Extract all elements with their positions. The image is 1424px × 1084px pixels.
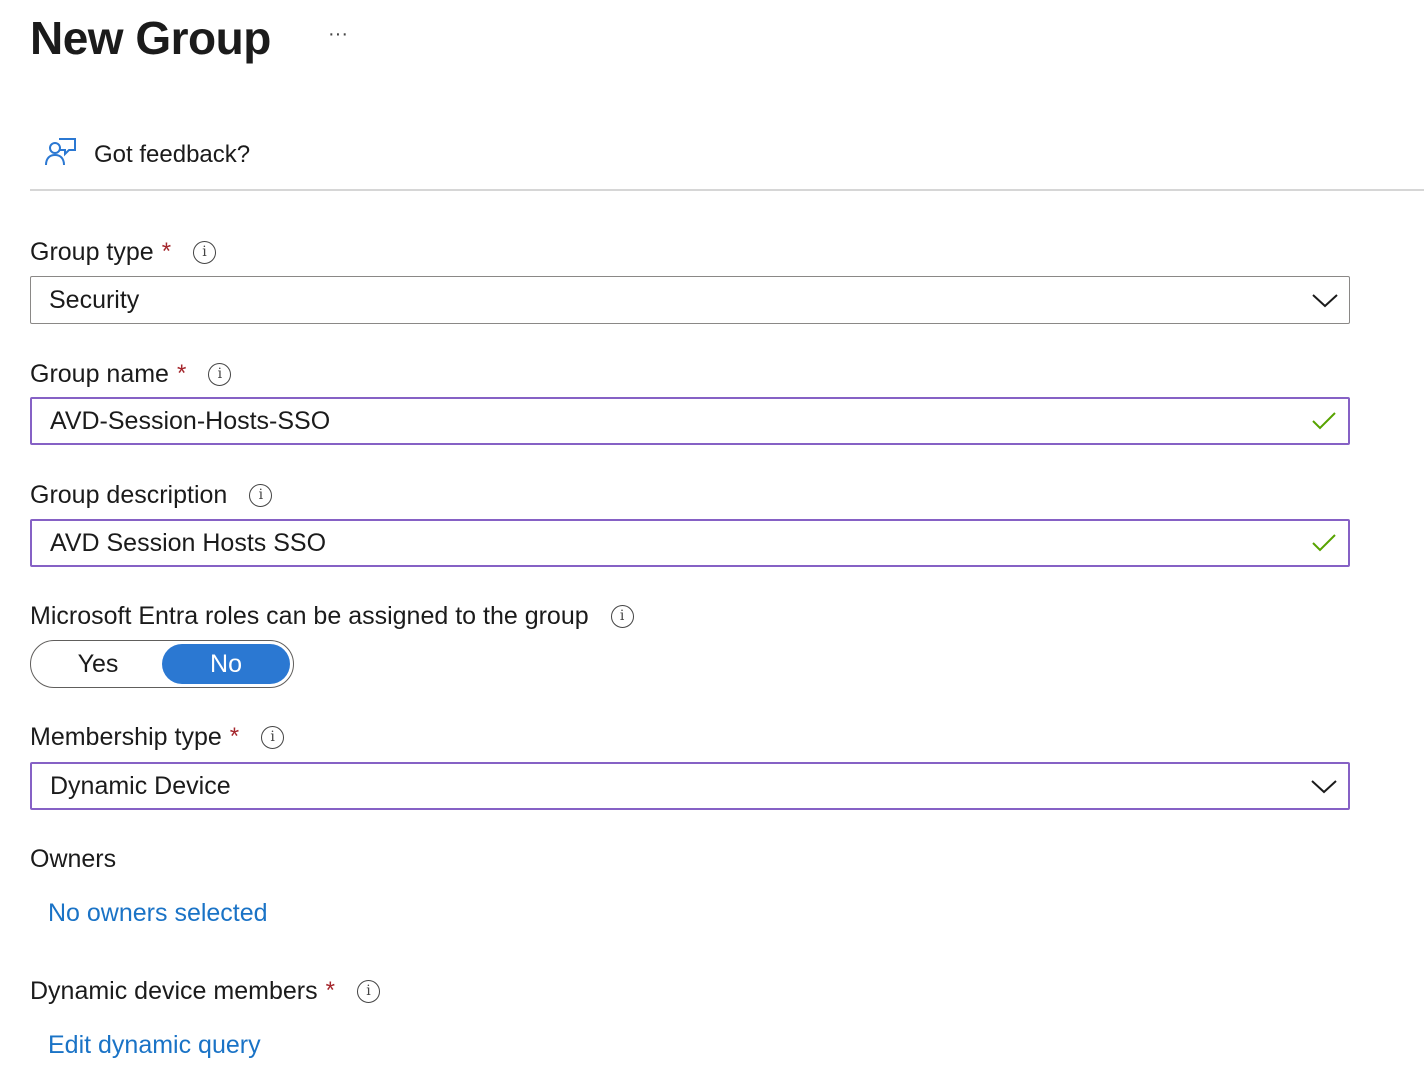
- page-title: New Group: [30, 12, 271, 64]
- toggle-option-yes[interactable]: Yes: [34, 644, 162, 684]
- group-description-label: Group description i: [30, 479, 273, 511]
- required-marker: *: [176, 360, 187, 387]
- chevron-down-icon: [1300, 778, 1348, 794]
- info-icon[interactable]: i: [193, 240, 217, 264]
- no-owners-selected-link[interactable]: No owners selected: [48, 899, 268, 928]
- toolbar-divider: [30, 189, 1424, 191]
- info-icon[interactable]: i: [208, 362, 232, 386]
- owners-label: Owners: [30, 845, 117, 873]
- membership-type-label-text: Membership type: [30, 722, 222, 751]
- info-icon[interactable]: i: [261, 725, 285, 749]
- group-type-label: Group type * i: [30, 236, 217, 268]
- group-name-label-text: Group name: [30, 359, 169, 388]
- new-group-page: New Group ··· Got feedback? Group type *…: [0, 0, 1424, 1084]
- group-description-input[interactable]: AVD Session Hosts SSO: [30, 519, 1350, 567]
- toggle-option-no[interactable]: No: [162, 644, 290, 684]
- info-icon[interactable]: i: [356, 979, 380, 1003]
- group-type-dropdown[interactable]: Security: [30, 276, 1350, 324]
- required-marker: *: [325, 977, 335, 1004]
- more-options-button[interactable]: ···: [322, 22, 354, 54]
- checkmark-icon: [1300, 533, 1348, 553]
- chevron-down-icon: [1301, 292, 1349, 308]
- group-type-label-text: Group type: [30, 237, 154, 266]
- required-marker: *: [161, 238, 172, 265]
- feedback-button[interactable]: Got feedback?: [42, 134, 250, 175]
- info-icon[interactable]: i: [610, 604, 634, 628]
- membership-type-value: Dynamic Device: [50, 771, 231, 800]
- dynamic-device-members-label-text: Dynamic device members: [30, 976, 318, 1005]
- entra-roles-toggle[interactable]: Yes No: [30, 640, 294, 688]
- group-description-label-text: Group description: [30, 480, 228, 509]
- entra-roles-label-text: Microsoft Entra roles can be assigned to…: [30, 601, 589, 630]
- entra-roles-label: Microsoft Entra roles can be assigned to…: [30, 600, 634, 632]
- info-icon[interactable]: i: [249, 483, 273, 507]
- group-name-input[interactable]: AVD-Session-Hosts-SSO: [30, 397, 1350, 445]
- feedback-label: Got feedback?: [94, 140, 251, 168]
- group-name-label: Group name * i: [30, 358, 232, 390]
- feedback-person-chat-icon: [42, 134, 78, 175]
- group-name-value: AVD-Session-Hosts-SSO: [50, 406, 331, 435]
- required-marker: *: [229, 723, 240, 750]
- edit-dynamic-query-link[interactable]: Edit dynamic query: [48, 1031, 261, 1060]
- dynamic-device-members-label: Dynamic device members * i: [30, 975, 380, 1007]
- group-description-value: AVD Session Hosts SSO: [50, 528, 327, 557]
- checkmark-icon: [1300, 411, 1348, 431]
- group-type-value: Security: [49, 285, 140, 314]
- membership-type-label: Membership type * i: [30, 721, 285, 753]
- membership-type-dropdown[interactable]: Dynamic Device: [30, 762, 1350, 810]
